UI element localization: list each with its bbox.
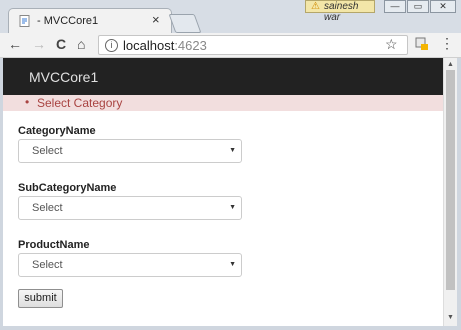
page-favicon-icon <box>19 15 30 27</box>
submit-button[interactable]: submit <box>18 289 63 308</box>
arrow-left-icon[interactable]: ← <box>8 36 22 52</box>
subcategory-select-value: Select <box>32 202 63 214</box>
browser-toolbar: ← → C ⌂ i localhost:4623 ☆ ⋮ <box>0 33 461 58</box>
address-bar[interactable]: i localhost:4623 ☆ <box>98 35 408 55</box>
kebab-menu-icon[interactable]: ⋮ <box>440 35 454 52</box>
site-navbar: MVCCore1 <box>3 58 443 95</box>
tab-close-icon[interactable]: × <box>152 12 160 27</box>
chevron-down-icon: ▼ <box>229 261 236 268</box>
info-icon[interactable]: i <box>105 39 118 52</box>
profile-badge[interactable]: ⚠ sainesh war <box>305 0 375 23</box>
chevron-down-icon: ▼ <box>229 204 236 211</box>
new-tab-button[interactable] <box>168 14 202 33</box>
subcategory-label: SubCategoryName <box>18 182 117 194</box>
warning-icon: ⚠ <box>311 1 320 12</box>
url-host: localhost <box>123 38 175 53</box>
site-brand[interactable]: MVCCore1 <box>29 69 98 85</box>
subcategory-select[interactable]: Select ▼ <box>18 196 242 220</box>
tab-title: - MVCCore1 <box>37 15 99 27</box>
scroll-up-icon[interactable]: ▲ <box>447 61 454 68</box>
browser-tab[interactable]: - MVCCore1 × <box>8 8 172 33</box>
product-label: ProductName <box>18 239 90 251</box>
product-select-value: Select <box>32 259 63 271</box>
star-icon[interactable]: ☆ <box>385 36 398 53</box>
category-label: CategoryName <box>18 125 96 137</box>
scroll-down-icon[interactable]: ▼ <box>447 314 454 321</box>
vertical-scrollbar[interactable]: ▲ ▼ <box>443 58 457 326</box>
page-viewport: MVCCore1 • Select Category CategoryName … <box>3 58 443 326</box>
scroll-thumb[interactable] <box>446 70 455 290</box>
arrow-right-icon[interactable]: → <box>32 36 46 52</box>
url-text: localhost:4623 <box>123 38 207 53</box>
profile-name: sainesh war <box>324 1 359 23</box>
category-select[interactable]: Select ▼ <box>18 139 242 163</box>
minimize-button[interactable]: — <box>384 0 406 13</box>
chevron-down-icon: ▼ <box>229 147 236 154</box>
reload-icon[interactable]: C <box>56 36 66 52</box>
validation-summary: • Select Category <box>3 95 443 111</box>
browser-titlebar: - MVCCore1 × ⚠ sainesh war — ▭ ✕ <box>0 0 461 33</box>
category-select-value: Select <box>32 145 63 157</box>
url-port: :4623 <box>174 38 207 53</box>
restore-button[interactable]: ▭ <box>407 0 429 13</box>
product-select[interactable]: Select ▼ <box>18 253 242 277</box>
bullet-icon: • <box>25 95 30 109</box>
extension-icon[interactable] <box>415 37 429 51</box>
close-window-button[interactable]: ✕ <box>430 0 456 13</box>
validation-message: Select Category <box>37 96 123 110</box>
home-icon[interactable]: ⌂ <box>77 36 85 52</box>
